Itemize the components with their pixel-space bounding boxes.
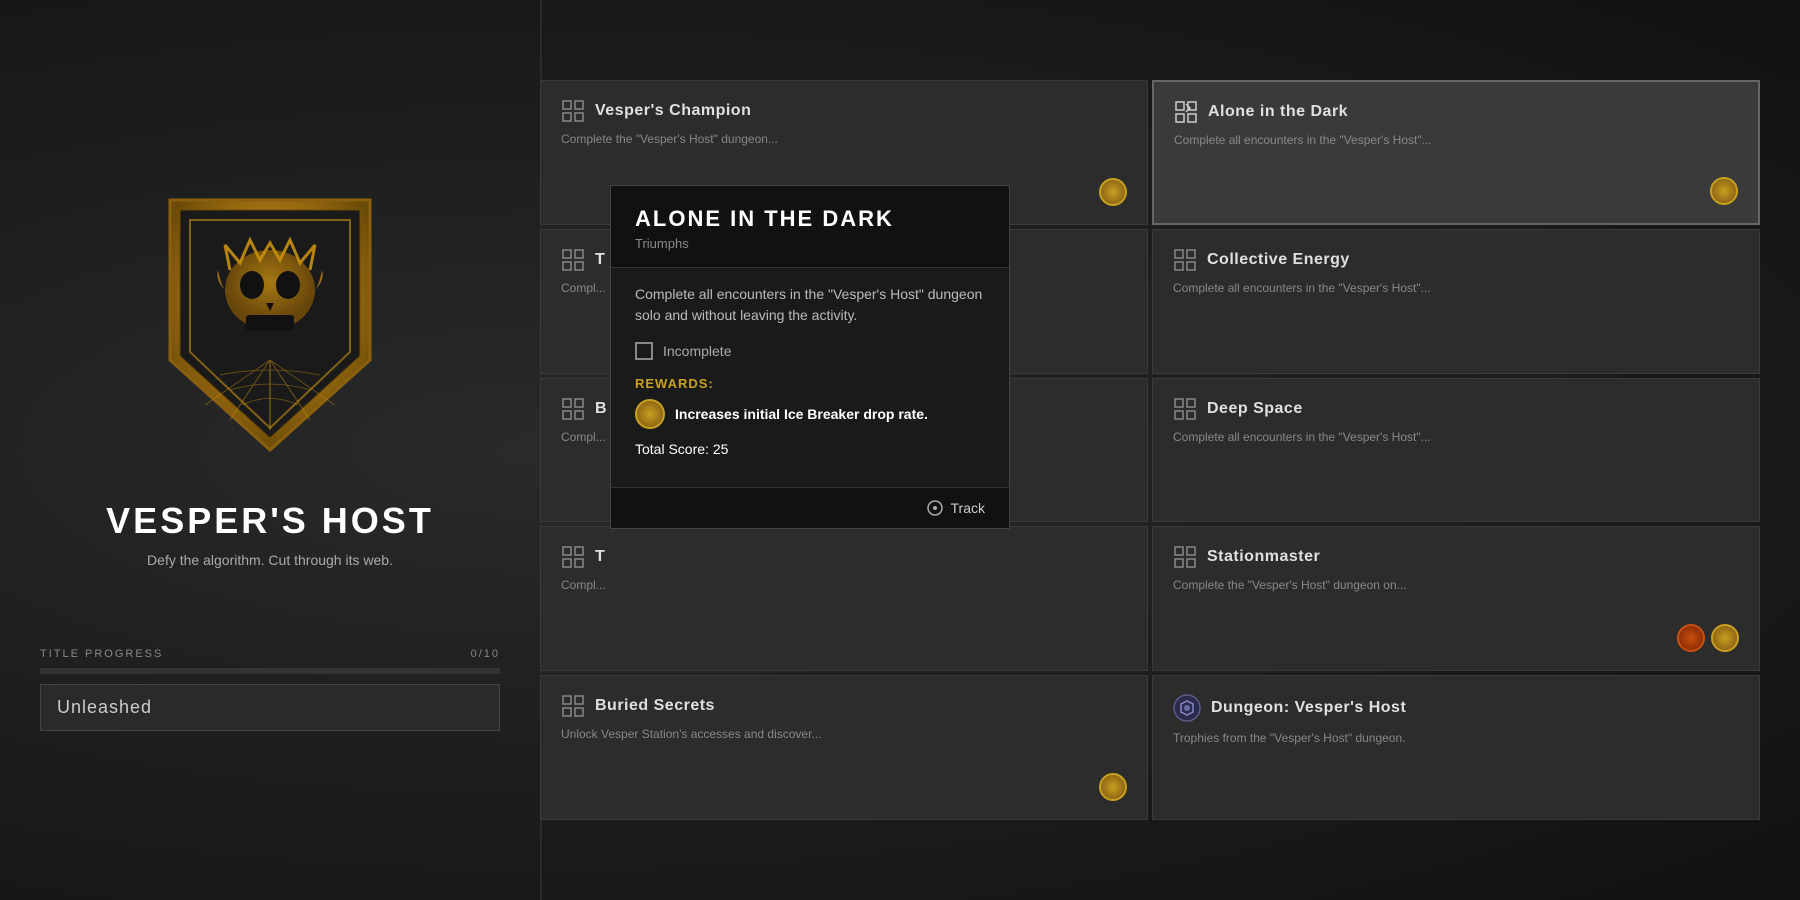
reward-icon-gold4 (1099, 773, 1127, 801)
triumph-grid-icon5 (561, 397, 585, 421)
triumph-card-alone-dark[interactable]: Alone in the Dark Complete all encounter… (1152, 80, 1760, 225)
triumph-desc-collective: Complete all encounters in the "Vesper's… (1173, 280, 1739, 355)
reward-item: Increases initial Ice Breaker drop rate. (635, 399, 985, 429)
triumph-desc-buried: Unlock Vesper Station's accesses and dis… (561, 726, 1127, 767)
card-header: Collective Energy (1173, 248, 1739, 272)
shield-emblem (140, 170, 400, 470)
reward-icon-gold2 (1710, 177, 1738, 205)
reward-icon-gold3 (1711, 624, 1739, 652)
triumph-name-t2: T (595, 251, 605, 269)
tooltip-header: ALONE IN THE DARK Triumphs (611, 186, 1009, 268)
track-icon (927, 500, 943, 516)
triumph-card-t4[interactable]: T Compl... (540, 526, 1148, 671)
triumph-card-buried-secrets[interactable]: Buried Secrets Unlock Vesper Station's a… (540, 675, 1148, 820)
progress-value: 0/10 (471, 648, 500, 660)
triumph-card-stationmaster[interactable]: Stationmaster Complete the "Vesper's Hos… (1152, 526, 1760, 671)
card-header: Deep Space (1173, 397, 1739, 421)
triumph-desc-stationmaster: Complete the "Vesper's Host" dungeon on.… (1173, 577, 1739, 618)
triumph-desc-t4: Compl... (561, 577, 1127, 652)
triumph-name-deep-space: Deep Space (1207, 400, 1303, 418)
triumph-desc-deep-space: Complete all encounters in the "Vesper's… (1173, 429, 1739, 504)
triumph-desc-dungeon: Trophies from the "Vesper's Host" dungeo… (1173, 730, 1739, 801)
tooltip-reward-icon (635, 399, 665, 429)
triumph-card-dungeon[interactable]: Dungeon: Vesper's Host Trophies from the… (1152, 675, 1760, 820)
triumph-desc: Complete the "Vesper's Host" dungeon... (561, 131, 1127, 172)
triumph-name-buried: Buried Secrets (595, 697, 715, 715)
card-header: Alone in the Dark (1174, 100, 1738, 124)
tooltip-status: Incomplete (635, 342, 985, 360)
triumph-card-collective[interactable]: Collective Energy Complete all encounter… (1152, 229, 1760, 374)
dungeon-title: VESPER'S HOST (106, 500, 434, 542)
card-header: Vesper's Champion (561, 99, 1127, 123)
triumph-grid-icon2 (1174, 100, 1198, 124)
tooltip-popup: ALONE IN THE DARK Triumphs Complete all … (610, 185, 1010, 529)
reward-icon-orange (1677, 624, 1705, 652)
card-header: T (561, 545, 1127, 569)
triumph-name-stationmaster: Stationmaster (1207, 548, 1320, 566)
status-text: Incomplete (663, 343, 731, 359)
rewards-label: REWARDS: (635, 376, 985, 391)
card-header: Buried Secrets (561, 694, 1127, 718)
score-label: Total Score: (635, 441, 709, 457)
left-panel: VESPER'S HOST Defy the algorithm. Cut th… (0, 0, 540, 900)
status-checkbox (635, 342, 653, 360)
triumph-grid-icon7 (561, 545, 585, 569)
dungeon-subtitle: Defy the algorithm. Cut through its web. (147, 552, 393, 568)
triumph-name: Vesper's Champion (595, 102, 751, 120)
tooltip-footer: Track (611, 487, 1009, 528)
triumph-grid-icon4 (1173, 248, 1197, 272)
tooltip-score: Total Score: 25 (635, 441, 985, 457)
triumph-name-collective: Collective Energy (1207, 251, 1350, 269)
card-header: Stationmaster (1173, 545, 1739, 569)
triumph-name-t4: T (595, 548, 605, 566)
progress-bar (40, 668, 500, 674)
triumph-name-alone: Alone in the Dark (1208, 103, 1348, 121)
triumph-name-dungeon: Dungeon: Vesper's Host (1211, 699, 1406, 717)
triumph-grid-icon8 (1173, 545, 1197, 569)
triumph-desc-alone: Complete all encounters in the "Vesper's… (1174, 132, 1738, 171)
tooltip-description: Complete all encounters in the "Vesper's… (635, 284, 985, 326)
triumph-grid-icon6 (1173, 397, 1197, 421)
tooltip-body: Complete all encounters in the "Vesper's… (611, 268, 1009, 487)
track-label: Track (951, 500, 985, 516)
triumph-rewards-alone (1174, 177, 1738, 205)
dungeon-badge-icon (1173, 694, 1201, 722)
triumph-rewards-buried (561, 773, 1127, 801)
card-header: Dungeon: Vesper's Host (1173, 694, 1739, 722)
tooltip-category: Triumphs (635, 236, 985, 251)
triumph-grid-icon9 (561, 694, 585, 718)
progress-label: TITLE PROGRESS (40, 648, 163, 660)
title-name: Unleashed (40, 684, 500, 731)
reward-icon-gold (1099, 178, 1127, 206)
tooltip-title: ALONE IN THE DARK (635, 206, 985, 232)
triumph-grid-icon3 (561, 248, 585, 272)
score-value: 25 (713, 441, 729, 457)
triumph-name-b3: B (595, 400, 607, 418)
triumph-rewards-stationmaster (1173, 624, 1739, 652)
tooltip-reward-text: Increases initial Ice Breaker drop rate. (675, 406, 928, 422)
track-button[interactable]: Track (927, 500, 985, 516)
triumph-grid-icon (561, 99, 585, 123)
triumph-card-deep-space[interactable]: Deep Space Complete all encounters in th… (1152, 378, 1760, 523)
